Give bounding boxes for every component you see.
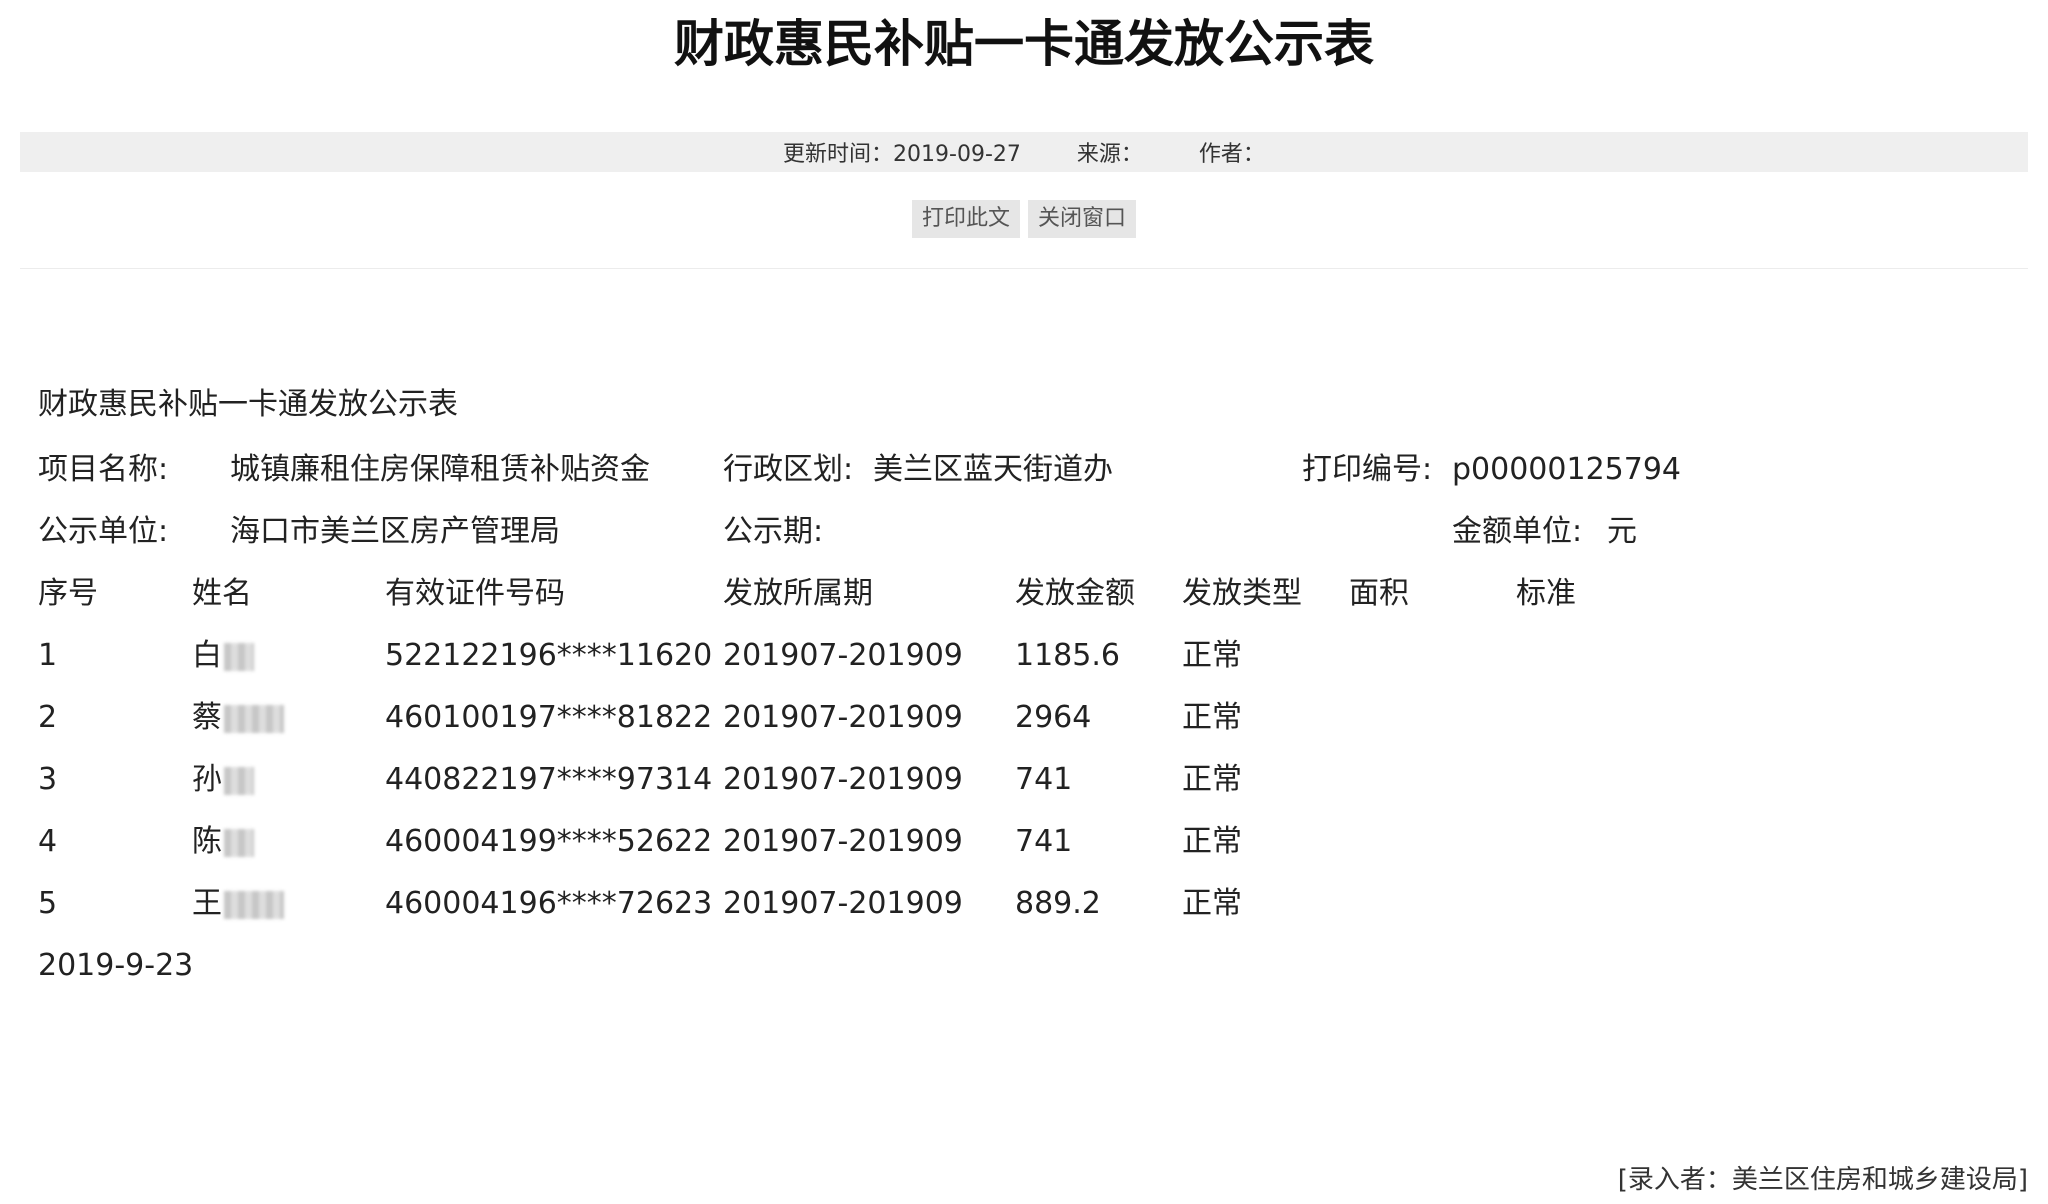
- publisher-label: 公示单位:: [38, 514, 169, 549]
- table-row-no: 5: [38, 886, 58, 921]
- name-text: 孙: [192, 762, 222, 797]
- column-header-area: 面积: [1349, 576, 1409, 611]
- column-header-name: 姓名: [192, 576, 252, 611]
- table-row-id: 522122196****11620: [385, 638, 713, 673]
- table-row-name: 蔡: [192, 698, 284, 738]
- column-header-id: 有效证件号码: [385, 576, 565, 611]
- table-row-type: 正常: [1182, 638, 1242, 673]
- table-row-id: 440822197****97314: [385, 762, 713, 797]
- table-row-type: 正常: [1182, 700, 1242, 735]
- table-row-no: 1: [38, 638, 58, 673]
- table-row-id: 460100197****81822: [385, 700, 713, 735]
- redacted-name-blur: [224, 766, 254, 795]
- table-row-period: 201907-201909: [723, 886, 963, 921]
- document-heading: 财政惠民补贴一卡通发放公示表: [38, 387, 458, 422]
- table-row-name: 王: [192, 884, 284, 924]
- column-header-amount: 发放金额: [1015, 576, 1135, 611]
- table-row-no: 4: [38, 824, 58, 859]
- district-value: 美兰区蓝天街道办: [873, 452, 1113, 487]
- publisher-value: 海口市美兰区房产管理局: [230, 514, 560, 549]
- table-row-no: 3: [38, 762, 58, 797]
- print-number-label: 打印编号:: [1302, 452, 1433, 487]
- table-row-type: 正常: [1182, 886, 1242, 921]
- period-label: 公示期:: [723, 514, 824, 549]
- redacted-name-blur: [224, 704, 284, 733]
- name-text: 白: [192, 638, 222, 673]
- document-date: 2019-9-23: [38, 948, 194, 983]
- column-header-period: 发放所属期: [723, 576, 873, 611]
- table-row-name: 孙: [192, 760, 254, 800]
- redacted-name-blur: [224, 890, 284, 919]
- table-row-period: 201907-201909: [723, 638, 963, 673]
- table-row-type: 正常: [1182, 824, 1242, 859]
- table-row-type: 正常: [1182, 762, 1242, 797]
- table-row-name: 陈: [192, 822, 254, 862]
- document-body: 财政惠民补贴一卡通发放公示表 项目名称: 城镇廉租住房保障租赁补贴资金 行政区划…: [0, 0, 2048, 1204]
- project-value: 城镇廉租住房保障租赁补贴资金: [230, 452, 650, 487]
- table-row-period: 201907-201909: [723, 762, 963, 797]
- entered-by: [录入者：美兰区住房和城乡建设局]: [1617, 1165, 2028, 1195]
- name-text: 蔡: [192, 700, 222, 735]
- table-row-name: 白: [192, 636, 254, 676]
- name-text: 王: [192, 886, 222, 921]
- table-row-id: 460004196****72623: [385, 886, 713, 921]
- table-row-amount: 1185.6: [1015, 638, 1120, 673]
- column-header-no: 序号: [38, 576, 98, 611]
- table-row-amount: 2964: [1015, 700, 1092, 735]
- table-row-id: 460004199****52622: [385, 824, 713, 859]
- project-label: 项目名称:: [38, 452, 169, 487]
- currency-label: 金额单位:: [1452, 514, 1583, 549]
- table-row-amount: 741: [1015, 762, 1073, 797]
- redacted-name-blur: [224, 642, 254, 671]
- table-row-amount: 889.2: [1015, 886, 1101, 921]
- currency-value: 元: [1607, 514, 1637, 549]
- table-row-no: 2: [38, 700, 58, 735]
- table-row-period: 201907-201909: [723, 824, 963, 859]
- district-label: 行政区划:: [723, 452, 854, 487]
- column-header-standard: 标准: [1516, 576, 1576, 611]
- column-header-type: 发放类型: [1182, 576, 1302, 611]
- name-text: 陈: [192, 824, 222, 859]
- table-row-amount: 741: [1015, 824, 1073, 859]
- print-number-value: p00000125794: [1452, 452, 1681, 487]
- redacted-name-blur: [224, 828, 254, 857]
- table-row-period: 201907-201909: [723, 700, 963, 735]
